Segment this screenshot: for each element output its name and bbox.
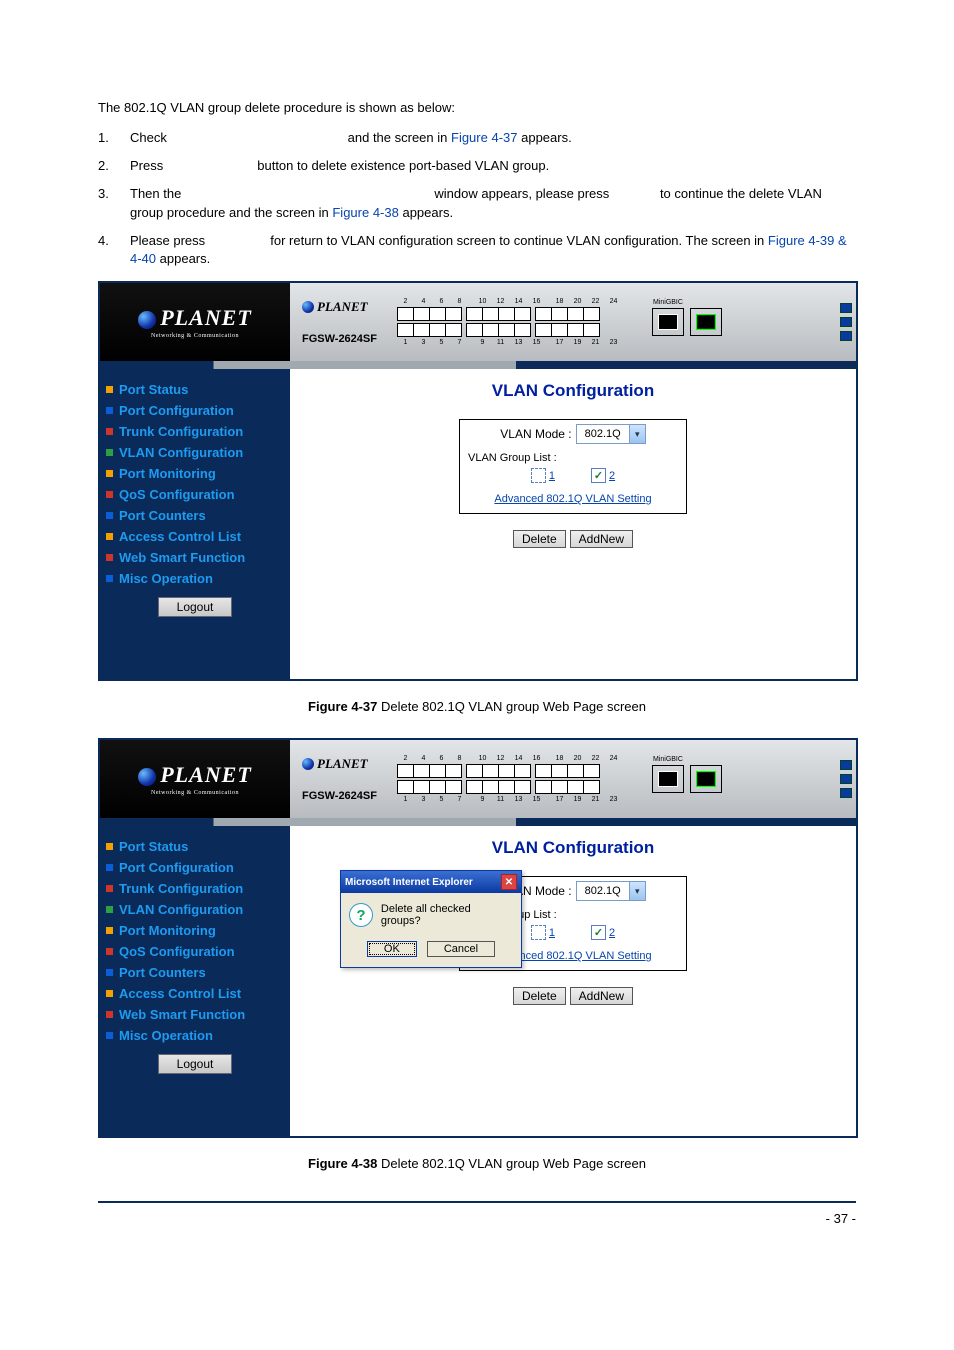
delete-button[interactable]: Delete xyxy=(513,987,566,1005)
dialog-title: Microsoft Internet Explorer xyxy=(345,877,473,888)
group-list-label: VLAN Group List : xyxy=(468,452,678,464)
group-2-link[interactable]: 2 xyxy=(609,927,615,939)
vlan-config-box: VLAN Mode : 802.1Q ▾ VLAN Group List : 1 xyxy=(459,419,687,514)
group-2-checkbox[interactable] xyxy=(591,925,606,940)
brand-name: PLANET xyxy=(160,305,252,330)
ok-button[interactable]: OK xyxy=(367,941,417,957)
group-2-link[interactable]: 2 xyxy=(609,470,615,482)
port-diagram: 2468 10121416 18202224 xyxy=(397,755,622,803)
step-num: 4. xyxy=(98,232,130,268)
figure-caption-1: Figure 4-37 Delete 802.1Q VLAN group Web… xyxy=(98,699,856,714)
sidebar-item-trunk-config[interactable]: Trunk Configuration xyxy=(106,421,284,442)
step-text: Please press xyxy=(130,233,205,248)
sidebar-item-port-monitoring[interactable]: Port Monitoring xyxy=(106,463,284,484)
intro-text: The 802.1Q VLAN group delete procedure i… xyxy=(98,100,856,115)
logout-button[interactable]: Logout xyxy=(158,597,233,617)
sidebar-item-qos[interactable]: QoS Configuration xyxy=(106,484,284,505)
step-text: Press xyxy=(130,158,163,173)
step-text: appears. xyxy=(160,251,211,266)
advanced-vlan-link[interactable]: Advanced 802.1Q VLAN Setting xyxy=(468,493,678,505)
figure-link[interactable]: Figure 4-37 xyxy=(451,130,517,145)
sidebar-item-vlan-config[interactable]: VLAN Configuration xyxy=(106,442,284,463)
model-name: FGSW-2624SF xyxy=(302,333,377,345)
close-icon[interactable]: ✕ xyxy=(501,874,517,890)
addnew-button[interactable]: AddNew xyxy=(570,530,633,548)
gbic-ports: MiniGBIC xyxy=(652,308,722,336)
sidebar-item-port-counters[interactable]: Port Counters xyxy=(106,962,284,983)
sidebar-nav: Port Status Port Configuration Trunk Con… xyxy=(100,826,290,1136)
figure-4-37: PLANET Networking & Communication PLANET… xyxy=(98,281,858,681)
steps-list: 1. Check ________________________ and th… xyxy=(98,129,856,268)
brand-logo-large: PLANET Networking & Communication xyxy=(100,740,290,818)
step-text: and the screen in xyxy=(348,130,451,145)
sidebar-item-port-status[interactable]: Port Status xyxy=(106,836,284,857)
sidebar-item-port-monitoring[interactable]: Port Monitoring xyxy=(106,920,284,941)
gbic-ports: MiniGBIC xyxy=(652,765,722,793)
group-1-checkbox[interactable] xyxy=(531,925,546,940)
brand-name: PLANET xyxy=(160,762,252,787)
gbic-label: MiniGBIC xyxy=(653,756,683,763)
vlan-mode-select[interactable]: 802.1Q ▾ xyxy=(576,424,646,444)
step-num: 1. xyxy=(98,129,130,147)
addnew-button[interactable]: AddNew xyxy=(570,987,633,1005)
step-text: appears. xyxy=(521,130,572,145)
sidebar-item-web-smart[interactable]: Web Smart Function xyxy=(106,547,284,568)
confirm-dialog: Microsoft Internet Explorer ✕ ? Delete a… xyxy=(340,870,522,968)
brand-name-small: PLANET xyxy=(317,299,368,315)
question-icon: ? xyxy=(349,903,373,927)
group-1-link[interactable]: 1 xyxy=(549,470,555,482)
brand-sub: Networking & Communication xyxy=(151,333,239,339)
step-num: 2. xyxy=(98,157,130,175)
dialog-message: Delete all checked groups? xyxy=(381,903,513,927)
page-number: - 37 - xyxy=(826,1211,856,1226)
chevron-down-icon: ▾ xyxy=(629,425,645,443)
vlan-mode-value: 802.1Q xyxy=(577,425,629,443)
brand-logo-large: PLANET Networking & Communication xyxy=(100,283,290,361)
group-1-checkbox[interactable] xyxy=(531,468,546,483)
sidebar-item-misc[interactable]: Misc Operation xyxy=(106,1025,284,1046)
step-text: Then the xyxy=(130,186,181,201)
group-1-link[interactable]: 1 xyxy=(549,927,555,939)
group-2-checkbox[interactable] xyxy=(591,468,606,483)
cancel-button[interactable]: Cancel xyxy=(427,941,495,957)
sidebar-item-vlan-config[interactable]: VLAN Configuration xyxy=(106,899,284,920)
sidebar-item-acl[interactable]: Access Control List xyxy=(106,526,284,547)
figure-caption-2: Figure 4-38 Delete 802.1Q VLAN group Web… xyxy=(98,1156,856,1171)
sidebar-item-qos[interactable]: QoS Configuration xyxy=(106,941,284,962)
delete-button[interactable]: Delete xyxy=(513,530,566,548)
sidebar-item-port-config[interactable]: Port Configuration xyxy=(106,857,284,878)
model-name: FGSW-2624SF xyxy=(302,790,377,802)
step-text: appears. xyxy=(402,205,453,220)
sidebar-item-web-smart[interactable]: Web Smart Function xyxy=(106,1004,284,1025)
sidebar-item-port-status[interactable]: Port Status xyxy=(106,379,284,400)
sidebar-item-misc[interactable]: Misc Operation xyxy=(106,568,284,589)
sidebar-item-acl[interactable]: Access Control List xyxy=(106,983,284,1004)
figure-link[interactable]: Figure 4-38 xyxy=(332,205,398,220)
figure-4-38: PLANET Networking & Communication PLANET… xyxy=(98,738,858,1138)
gbic-label: MiniGBIC xyxy=(653,299,683,306)
sidebar-item-port-counters[interactable]: Port Counters xyxy=(106,505,284,526)
logout-button[interactable]: Logout xyxy=(158,1054,233,1074)
brand-sub: Networking & Communication xyxy=(151,790,239,796)
vlan-mode-label: VLAN Mode : xyxy=(500,427,571,441)
step-num: 3. xyxy=(98,185,130,221)
vlan-mode-select[interactable]: 802.1Q ▾ xyxy=(576,881,646,901)
port-diagram: 2468 10121416 18202224 xyxy=(397,298,622,346)
step-text: button to delete existence port-based VL… xyxy=(257,158,549,173)
step-text: for return to VLAN configuration screen … xyxy=(270,233,768,248)
vlan-mode-value: 802.1Q xyxy=(577,882,629,900)
step-text: window appears, please press xyxy=(434,186,609,201)
sidebar-item-port-config[interactable]: Port Configuration xyxy=(106,400,284,421)
sidebar-nav: Port Status Port Configuration Trunk Con… xyxy=(100,369,290,679)
sidebar-item-trunk-config[interactable]: Trunk Configuration xyxy=(106,878,284,899)
brand-name-small: PLANET xyxy=(317,756,368,772)
panel-title: VLAN Configuration xyxy=(310,381,836,401)
step-text: Check xyxy=(130,130,167,145)
panel-title: VLAN Configuration xyxy=(310,838,836,858)
chevron-down-icon: ▾ xyxy=(629,882,645,900)
